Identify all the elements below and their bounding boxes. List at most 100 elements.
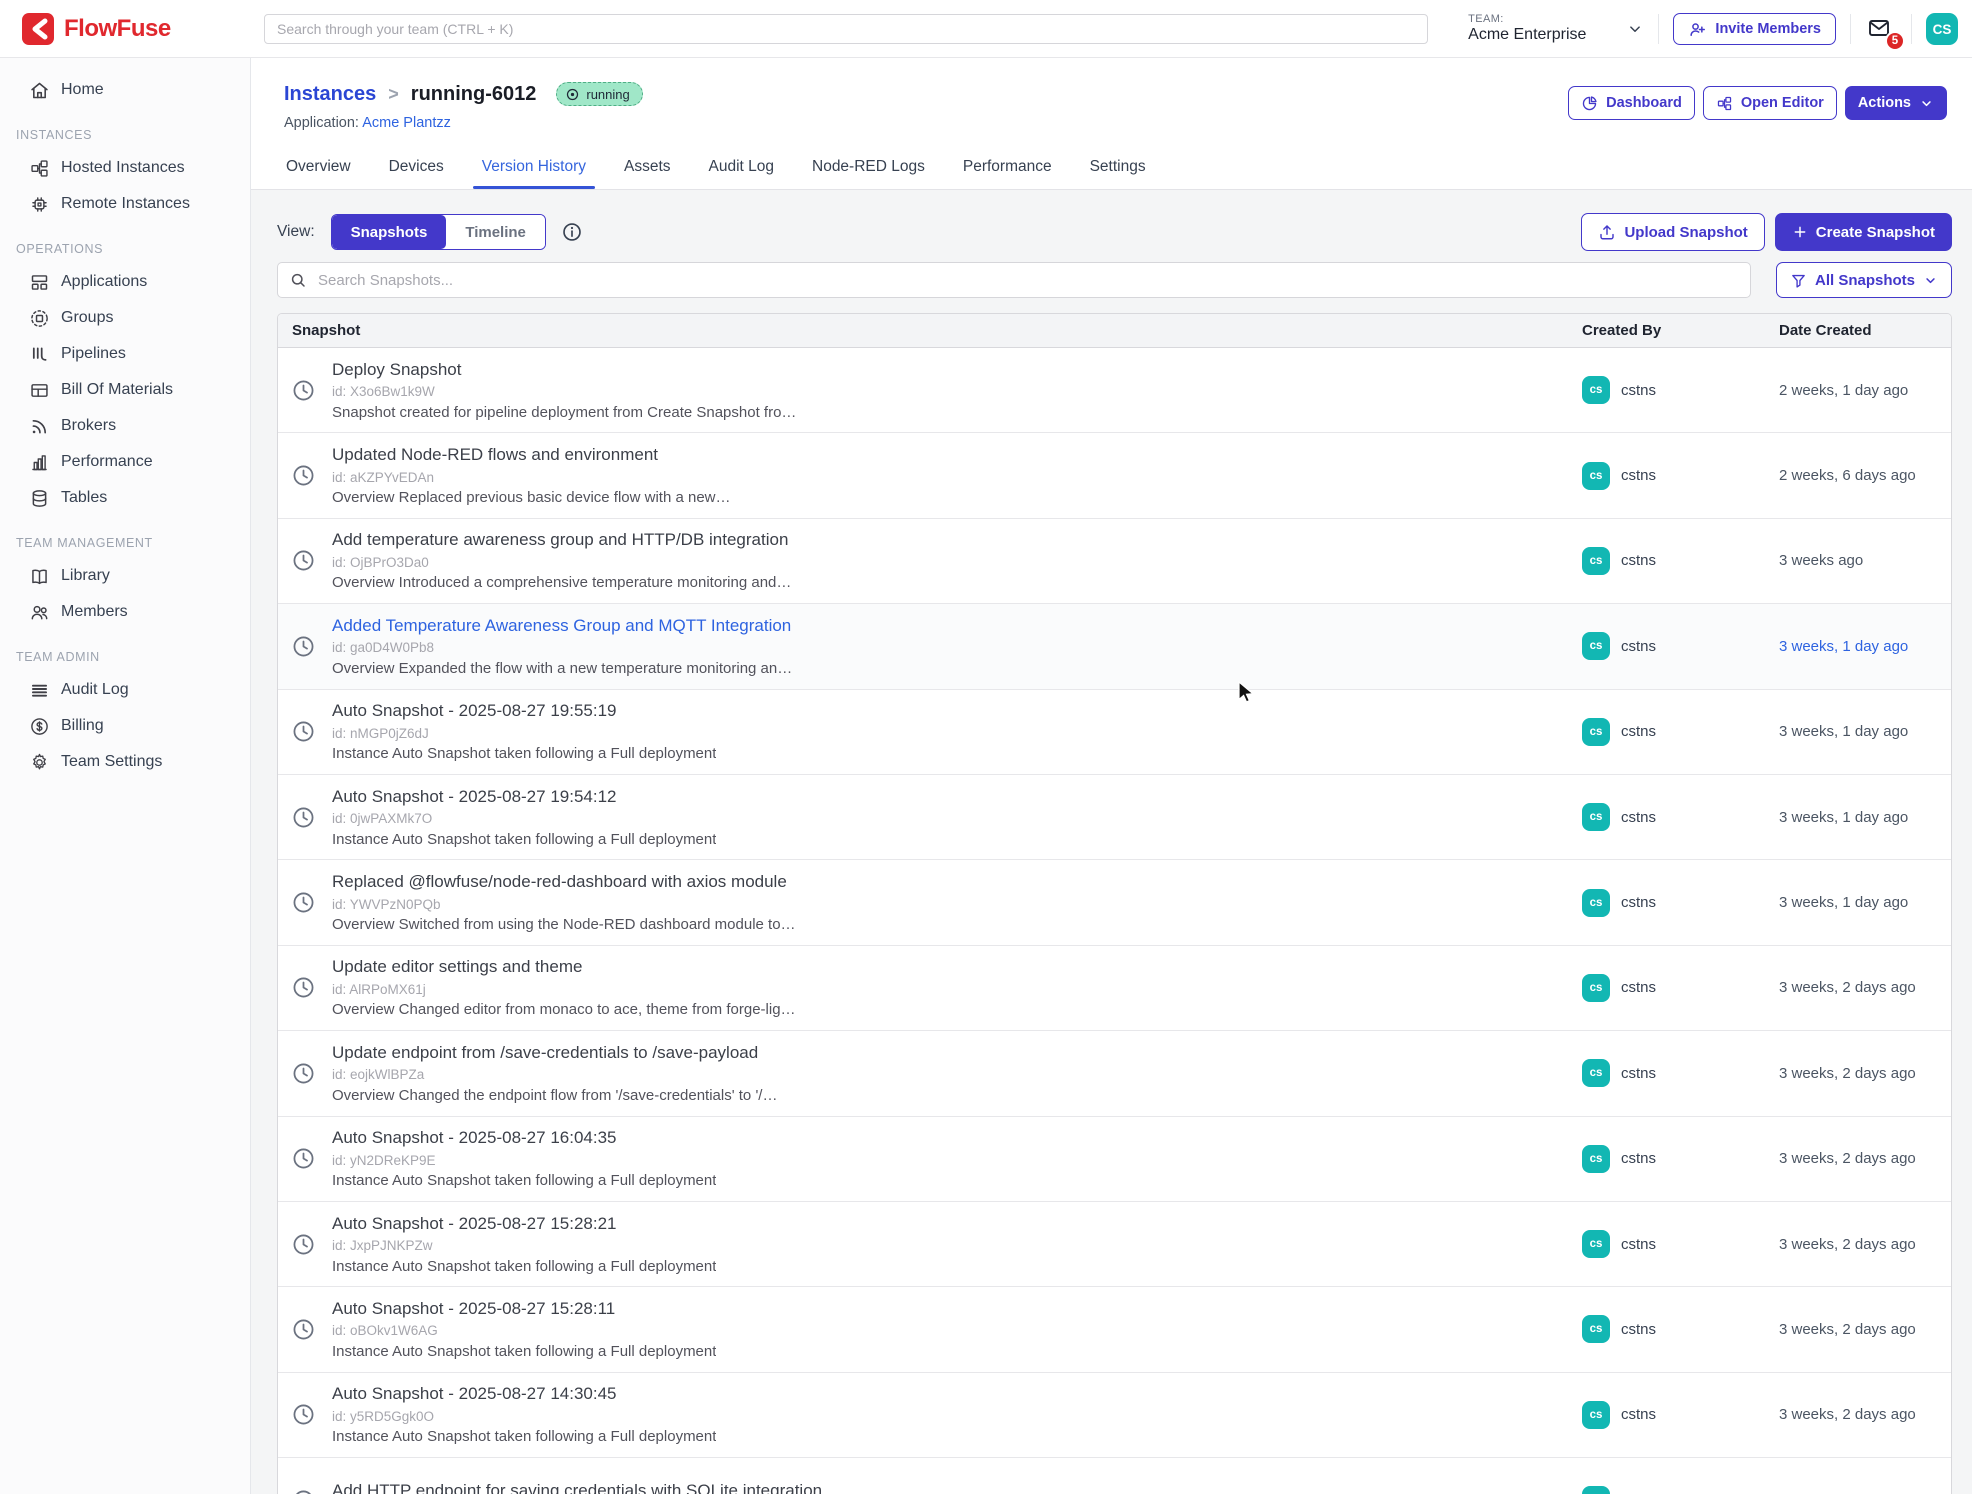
sidebar-item-pipelines[interactable]: Pipelines: [0, 336, 250, 372]
snapshot-filter-dropdown[interactable]: All Snapshots: [1776, 262, 1952, 298]
sidebar-item-applications[interactable]: Applications: [0, 264, 250, 300]
application-link[interactable]: Acme Plantzz: [362, 115, 451, 131]
snapshot-title[interactable]: Add temperature awareness group and HTTP…: [332, 530, 791, 550]
flowfuse-logo[interactable]: FlowFuse: [0, 13, 250, 45]
user-avatar: cs: [1582, 1059, 1610, 1087]
application-label: Application:: [284, 115, 359, 131]
sidebar-item-label: Billing: [61, 717, 104, 735]
snapshot-title[interactable]: Updated Node-RED flows and environment: [332, 445, 731, 465]
view-toggle-timeline[interactable]: Timeline: [446, 215, 545, 249]
user-avatar[interactable]: CS: [1926, 13, 1958, 45]
table-row[interactable]: Added Temperature Awareness Group and MQ…: [278, 604, 1951, 689]
table-row[interactable]: Replaced @flowfuse/node-red-dashboard wi…: [278, 860, 1951, 945]
tab-devices[interactable]: Devices: [387, 148, 446, 189]
snapshot-id: id: JxpPJNKPZw: [332, 1238, 716, 1253]
tab-performance[interactable]: Performance: [961, 148, 1054, 189]
user-name: cstns: [1621, 1236, 1656, 1253]
snapshot-title[interactable]: Auto Snapshot - 2025-08-27 16:04:35: [332, 1128, 716, 1148]
snapshot-title[interactable]: Add HTTP endpoint for saving credentials…: [332, 1481, 822, 1494]
actions-button[interactable]: Actions: [1845, 86, 1947, 120]
sidebar-item-remote-instances[interactable]: Remote Instances: [0, 186, 250, 222]
snapshot-title[interactable]: Deploy Snapshot: [332, 360, 796, 380]
upload-snapshot-button[interactable]: Upload Snapshot: [1581, 213, 1764, 251]
snapshot-title[interactable]: Auto Snapshot - 2025-08-27 19:55:19: [332, 701, 716, 721]
clock-icon: [291, 1488, 316, 1494]
table-row[interactable]: Deploy Snapshot id: X3o6Bw1k9W Snapshot …: [278, 348, 1951, 433]
sidebar-item-bill-of-materials[interactable]: Bill Of Materials: [0, 372, 250, 408]
global-search-input[interactable]: [264, 14, 1428, 44]
sidebar-item-performance[interactable]: Performance: [0, 444, 250, 480]
notifications-button[interactable]: 5: [1865, 16, 1897, 42]
snapshot-title[interactable]: Auto Snapshot - 2025-08-27 15:28:11: [332, 1299, 716, 1319]
sidebar-item-team-settings[interactable]: Team Settings: [0, 744, 250, 780]
table-row[interactable]: Auto Snapshot - 2025-08-27 15:28:11 id: …: [278, 1287, 1951, 1372]
user-name: cstns: [1621, 894, 1656, 911]
table-row[interactable]: Update editor settings and theme id: AlR…: [278, 946, 1951, 1031]
library-icon: [29, 566, 50, 587]
clock-icon: [291, 1146, 316, 1171]
table-row[interactable]: Auto Snapshot - 2025-08-27 19:54:12 id: …: [278, 775, 1951, 860]
sidebar-item-hosted-instances[interactable]: Hosted Instances: [0, 150, 250, 186]
user-avatar: cs: [1582, 974, 1610, 1002]
sidebar-item-brokers[interactable]: Brokers: [0, 408, 250, 444]
sidebar-item-groups[interactable]: Groups: [0, 300, 250, 336]
user-avatar: cs: [1582, 462, 1610, 490]
clock-icon: [291, 805, 316, 830]
table-row[interactable]: Auto Snapshot - 2025-08-27 15:28:21 id: …: [278, 1202, 1951, 1287]
tab-version-history[interactable]: Version History: [480, 148, 588, 189]
snapshot-title[interactable]: Auto Snapshot - 2025-08-27 15:28:21: [332, 1214, 716, 1234]
table-row[interactable]: Add HTTP endpoint for saving credentials…: [278, 1458, 1951, 1494]
create-snapshot-button[interactable]: Create Snapshot: [1775, 213, 1952, 251]
clock-icon: [291, 1061, 316, 1086]
snapshot-title[interactable]: Added Temperature Awareness Group and MQ…: [332, 616, 792, 636]
sidebar-item-members[interactable]: Members: [0, 594, 250, 630]
open-editor-button[interactable]: Open Editor: [1703, 86, 1837, 120]
snapshot-description: Overview Replaced previous basic device …: [332, 489, 731, 506]
view-toggle-snapshots[interactable]: Snapshots: [332, 215, 447, 249]
team-selector[interactable]: TEAM: Acme Enterprise: [1468, 13, 1644, 44]
snapshot-title[interactable]: Auto Snapshot - 2025-08-27 14:30:45: [332, 1384, 716, 1404]
sidebar-item-home[interactable]: Home: [0, 72, 250, 108]
sidebar-item-tables[interactable]: Tables: [0, 480, 250, 516]
breadcrumb-instances-link[interactable]: Instances: [284, 83, 376, 106]
snapshot-title[interactable]: Update endpoint from /save-credentials t…: [332, 1043, 777, 1063]
tab-overview[interactable]: Overview: [284, 148, 353, 189]
hosted-instances-icon: [29, 158, 50, 179]
tab-audit-log[interactable]: Audit Log: [707, 148, 777, 189]
table-row[interactable]: Updated Node-RED flows and environment i…: [278, 433, 1951, 518]
sidebar-item-library[interactable]: Library: [0, 558, 250, 594]
bill-of-materials-icon: [29, 380, 50, 401]
sidebar-item-label: Applications: [61, 273, 147, 291]
snapshot-description: Overview Switched from using the Node-RE…: [332, 916, 796, 933]
snapshot-title[interactable]: Auto Snapshot - 2025-08-27 19:54:12: [332, 787, 716, 807]
clock-icon: [291, 890, 316, 915]
table-row[interactable]: Auto Snapshot - 2025-08-27 19:55:19 id: …: [278, 690, 1951, 775]
sidebar-item-billing[interactable]: Billing: [0, 708, 250, 744]
sidebar-item-label: Performance: [61, 453, 153, 471]
snapshot-title[interactable]: Replaced @flowfuse/node-red-dashboard wi…: [332, 872, 796, 892]
table-row[interactable]: Update endpoint from /save-credentials t…: [278, 1031, 1951, 1116]
date-created: 3 weeks, 1 day ago: [1779, 775, 1951, 859]
upload-icon: [1598, 223, 1616, 241]
info-icon[interactable]: [561, 221, 583, 243]
tables-icon: [29, 488, 50, 509]
status-running-icon: [565, 87, 580, 102]
sidebar-item-audit-log[interactable]: Audit Log: [0, 672, 250, 708]
tab-node-red-logs[interactable]: Node-RED Logs: [810, 148, 927, 189]
sidebar-item-label: Members: [61, 603, 128, 621]
tab-settings[interactable]: Settings: [1088, 148, 1148, 189]
snapshot-description: Overview Expanded the flow with a new te…: [332, 660, 792, 677]
snapshot-title[interactable]: Update editor settings and theme: [332, 957, 796, 977]
sidebar-nav: HomeINSTANCESHosted InstancesRemote Inst…: [0, 72, 250, 780]
snapshot-id: id: yN2DReKP9E: [332, 1153, 716, 1168]
tab-assets[interactable]: Assets: [622, 148, 673, 189]
dashboard-button[interactable]: Dashboard: [1568, 86, 1695, 120]
invite-members-button[interactable]: Invite Members: [1673, 13, 1836, 45]
table-row[interactable]: Auto Snapshot - 2025-08-27 16:04:35 id: …: [278, 1117, 1951, 1202]
table-row[interactable]: Add temperature awareness group and HTTP…: [278, 519, 1951, 604]
created-by-cell: cs cstns: [1582, 775, 1779, 859]
application-line: Application: Acme Plantzz: [284, 115, 451, 131]
snapshot-search-input[interactable]: [277, 262, 1751, 298]
snapshot-description: Instance Auto Snapshot taken following a…: [332, 1428, 716, 1445]
table-row[interactable]: Auto Snapshot - 2025-08-27 14:30:45 id: …: [278, 1373, 1951, 1458]
